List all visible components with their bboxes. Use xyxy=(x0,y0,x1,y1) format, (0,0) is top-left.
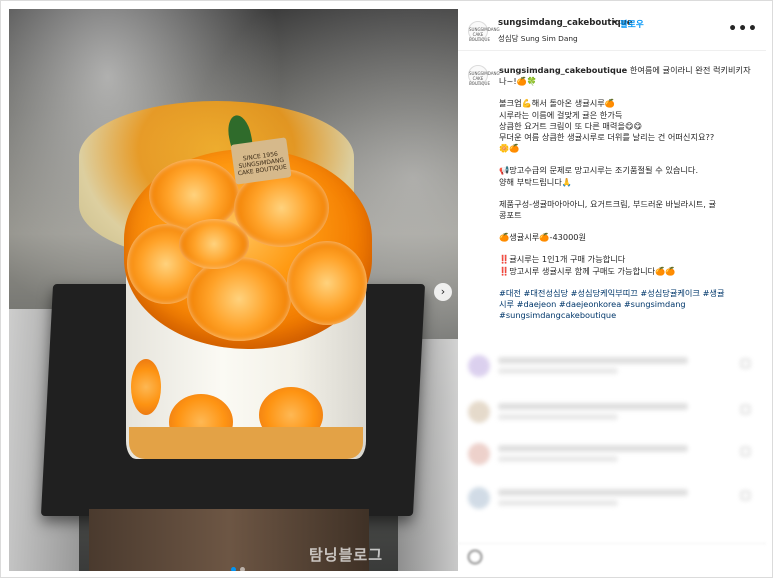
caption-line: 양해 부탁드립니다🙏 xyxy=(499,176,573,187)
comment-text-placeholder xyxy=(498,357,688,364)
caption-line: 나~!🍊🍀 xyxy=(499,76,538,87)
comment-row xyxy=(466,351,756,379)
post-sidebar: SUNGSIMDANG CAKE BOUTIQUE sungsimdang_ca… xyxy=(458,9,766,571)
carousel-dot xyxy=(240,567,245,571)
caption: SUNGSIMDANG CAKE BOUTIQUE sungsimdang_ca… xyxy=(458,59,766,345)
caption-line: ‼️귤시루는 1인1개 구매 가능합니다 xyxy=(499,254,626,265)
like-icon[interactable] xyxy=(741,359,750,368)
comment-meta-placeholder xyxy=(498,414,618,420)
tangerine-segment xyxy=(179,219,249,269)
cake-sponge-base xyxy=(129,427,363,459)
post-frame: SINCE 1956 SUNGSIMDANG CAKE BOUTIQUE 탐닝블… xyxy=(0,0,773,578)
commenter-avatar xyxy=(468,355,490,377)
caption-line: 📢망고수급의 문제로 망고시루는 조기품절될 수 있습니다. xyxy=(499,165,699,176)
caption-avatar[interactable]: SUNGSIMDANG CAKE BOUTIQUE xyxy=(468,65,500,86)
comment-meta-placeholder xyxy=(498,500,618,506)
tangerine-segment xyxy=(187,257,291,341)
comment-meta-placeholder xyxy=(498,456,618,462)
post-header: SUNGSIMDANG CAKE BOUTIQUE sungsimdang_ca… xyxy=(458,9,766,51)
emoji-icon[interactable] xyxy=(468,550,482,564)
caption-line: 제품구성-생귤마아아아니, 요거트크림, 부드러운 바닐라시트, 귤 xyxy=(499,198,717,209)
caption-line: 콩포트 xyxy=(499,210,522,221)
comment-composer xyxy=(458,543,766,571)
location-link[interactable]: 성심당 Sung Sim Dang xyxy=(498,33,578,44)
comment-row xyxy=(466,397,756,425)
caption-username[interactable]: sungsimdang_cakeboutique xyxy=(499,65,627,75)
follow-button[interactable]: 팔로우 xyxy=(620,18,644,30)
carousel-dot-active xyxy=(231,567,236,571)
caption-line: ‼️망고시루 생귤시루 함께 구매도 가능합니다🍊🍊 xyxy=(499,265,676,276)
caption-line: 🌼🍊 xyxy=(499,143,520,154)
tangerine-segment xyxy=(287,241,367,325)
commenter-avatar xyxy=(468,401,490,423)
next-image-button[interactable]: › xyxy=(434,283,452,301)
carousel-indicator xyxy=(231,567,245,571)
avatar[interactable]: SUNGSIMDANG CAKE BOUTIQUE xyxy=(468,21,500,42)
like-icon[interactable] xyxy=(741,405,750,414)
comment-text-placeholder xyxy=(498,489,688,496)
comment-text-placeholder xyxy=(498,403,688,410)
tangerine-slice-side xyxy=(131,359,161,415)
caption-line: 시루라는 이름에 걸맞게 귤은 한가득 xyxy=(499,109,623,120)
commenter-avatar xyxy=(468,443,490,465)
post-image[interactable]: SINCE 1956 SUNGSIMDANG CAKE BOUTIQUE 탐닝블… xyxy=(9,9,458,571)
hashtag-line[interactable]: 시루 #daejeon #daejeonkorea #sungsimdang xyxy=(499,299,749,310)
caption-line: 볼크업💪해서 돌아온 생귤시루🍊 xyxy=(499,98,615,109)
hashtag-line[interactable]: #sungsimdangcakeboutique xyxy=(499,310,749,321)
comment-text-placeholder xyxy=(498,445,688,452)
commenter-avatar xyxy=(468,487,490,509)
comment-row xyxy=(466,483,756,511)
separator: • xyxy=(612,18,618,28)
hashtag-line[interactable]: #대전 #대전성심당 #성심당케익부띠끄 #성심당귤케이크 #생귤 xyxy=(499,288,749,299)
cake-tag: SINCE 1956 SUNGSIMDANG CAKE BOUTIQUE xyxy=(230,137,292,185)
comment-meta-placeholder xyxy=(498,368,618,374)
caption-line: 무더운 여름 상큼한 생귤시루로 더위를 날리는 건 어떠신지요?? xyxy=(499,132,715,143)
caption-line: 🍊생귤시루🍊-43000원 xyxy=(499,232,587,243)
watermark: 탐닝블로그 xyxy=(309,546,384,564)
comment-row xyxy=(466,439,756,467)
caption-line: 한여름에 귤이라니 완전 럭키비키자 xyxy=(629,65,751,75)
more-options-icon[interactable]: ••• xyxy=(728,21,758,37)
like-icon[interactable] xyxy=(741,491,750,500)
caption-line: 상큼한 요거트 크림이 또 다른 매력을😋😋 xyxy=(499,120,643,131)
like-icon[interactable] xyxy=(741,447,750,456)
caption-text: sungsimdang_cakeboutique 한여름에 귤이라니 완전 럭키… xyxy=(499,65,751,321)
